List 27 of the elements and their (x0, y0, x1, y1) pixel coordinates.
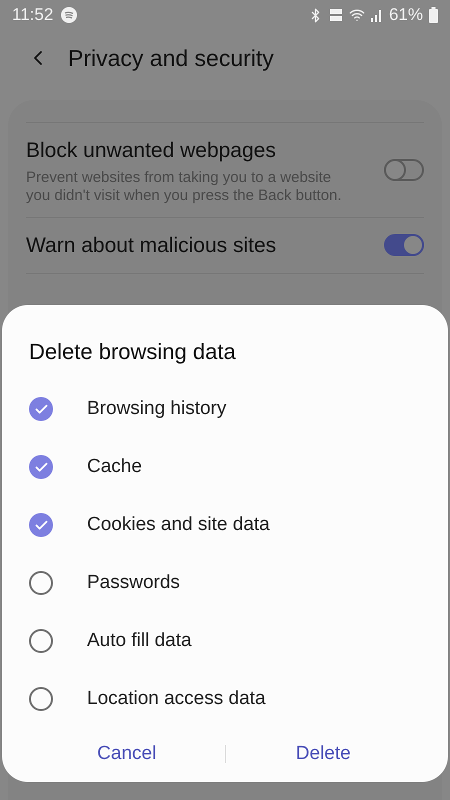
option-label[interactable]: Auto fill data (87, 626, 192, 656)
dialog-button[interactable]: Cancel (29, 734, 224, 774)
checkbox[interactable] (29, 571, 53, 595)
page-title: Privacy and security (68, 44, 274, 73)
status-time: 11:52 (12, 4, 54, 26)
checkbox[interactable] (29, 629, 53, 653)
option-label[interactable]: Browsing history (87, 394, 226, 424)
option-label[interactable]: Passwords (87, 568, 180, 598)
toggle-switch[interactable] (384, 158, 424, 181)
battery-icon (429, 7, 438, 23)
signal-icon (370, 8, 383, 22)
battery-percent: 61% (388, 4, 423, 26)
music-app-icon (61, 7, 78, 23)
dialog-button[interactable]: Delete (226, 734, 421, 774)
option-label[interactable]: Cache (87, 452, 142, 482)
option-label[interactable]: Location access data (87, 684, 266, 714)
setting-description: Prevent websites from taking you to a website you didn't visit when you press the Back button. (26, 168, 343, 204)
checkbox[interactable] (29, 513, 53, 537)
setting-title: Warn about malicious sites (26, 232, 278, 258)
option-label[interactable]: Cookies and site data (87, 510, 270, 540)
checkbox[interactable] (29, 687, 53, 711)
setting-title: Block unwanted webpages (26, 138, 277, 164)
checkbox[interactable] (29, 397, 53, 421)
checkbox[interactable] (29, 455, 53, 479)
toggle-switch[interactable] (384, 234, 424, 256)
wifi-icon (348, 7, 365, 23)
dialog-title: Delete browsing data (29, 338, 237, 366)
